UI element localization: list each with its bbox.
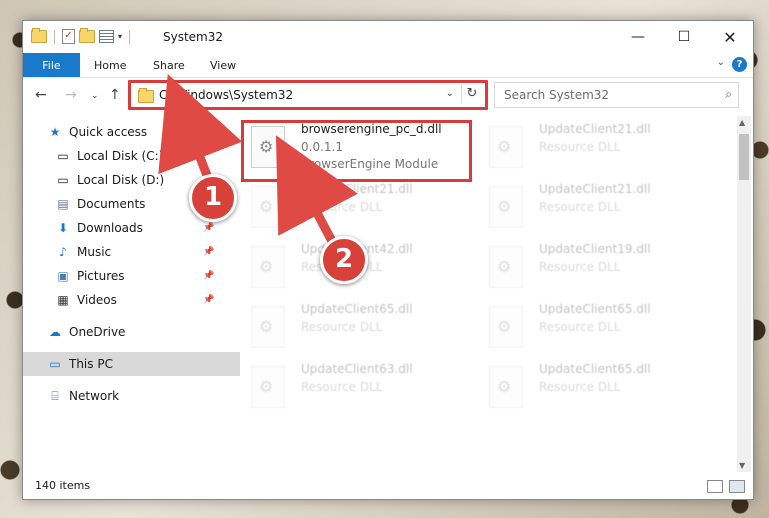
arrow-overlay: [158, 74, 358, 250]
step-two-arrow: [275, 135, 358, 250]
step-two-badge: 2: [320, 236, 368, 284]
step-one-arrow: [158, 74, 243, 183]
step-one-badge: 1: [189, 174, 237, 222]
